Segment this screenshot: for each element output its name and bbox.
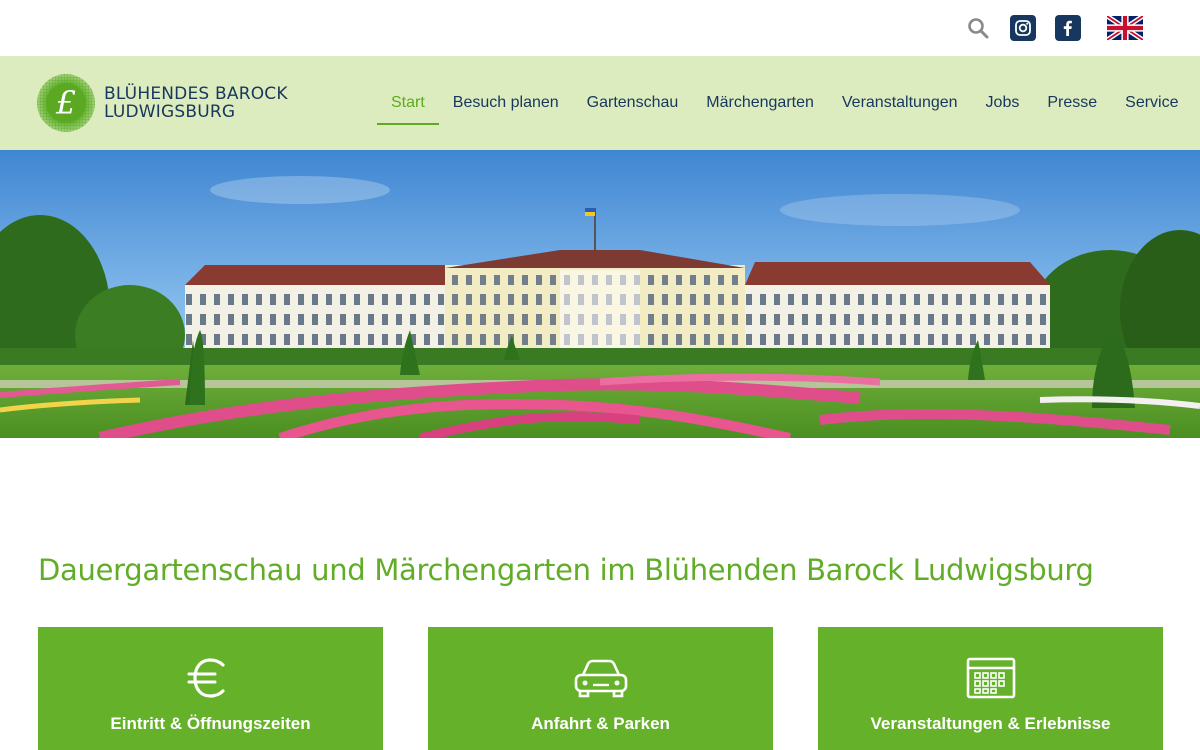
nav-item-start[interactable]: Start — [377, 56, 439, 150]
nav-item-besuch-planen[interactable]: Besuch planen — [439, 56, 573, 150]
site-logo[interactable]: £ BLÜHENDES BAROCK LUDWIGSBURG — [36, 72, 288, 134]
card-veranstaltungen[interactable]: Veranstaltungen & Erlebnisse — [818, 627, 1163, 750]
car-icon — [574, 659, 627, 698]
top-utility-bar — [0, 0, 1200, 56]
card-label: Anfahrt & Parken — [531, 714, 670, 733]
card-eintritt[interactable]: Eintritt & Öffnungszeiten — [38, 627, 383, 750]
calendar-icon — [966, 657, 1015, 699]
search-icon[interactable] — [965, 15, 991, 41]
logo-line-2: LUDWIGSBURG — [104, 102, 236, 122]
logo-line-1: BLÜHENDES BAROCK — [104, 84, 288, 104]
logo-mark-icon: £ — [37, 74, 95, 132]
palace-garden-image — [0, 150, 1200, 438]
hero-image — [0, 150, 1200, 438]
page-headline: Dauergartenschau und Märchengarten im Bl… — [38, 553, 1094, 587]
nav-item-service[interactable]: Service — [1111, 56, 1192, 150]
card-label: Veranstaltungen & Erlebnisse — [870, 714, 1111, 733]
site-header: £ BLÜHENDES BAROCK LUDWIGSBURG Start Bes… — [0, 56, 1200, 150]
nav-item-veranstaltungen[interactable]: Veranstaltungen — [828, 56, 972, 150]
card-label: Eintritt & Öffnungszeiten — [110, 714, 311, 733]
card-anfahrt[interactable]: Anfahrt & Parken — [428, 627, 773, 750]
main-navigation: Start Besuch planen Gartenschau Märcheng… — [377, 56, 1193, 150]
nav-item-jobs[interactable]: Jobs — [972, 56, 1034, 150]
nav-item-maerchengarten[interactable]: Märchengarten — [692, 56, 828, 150]
euro-icon — [187, 658, 225, 698]
uk-flag-icon[interactable] — [1107, 16, 1143, 40]
facebook-icon[interactable] — [1055, 15, 1081, 41]
nav-item-presse[interactable]: Presse — [1033, 56, 1111, 150]
instagram-icon[interactable] — [1010, 15, 1036, 41]
svg-text:£: £ — [55, 84, 76, 122]
nav-item-gartenschau[interactable]: Gartenschau — [573, 56, 693, 150]
